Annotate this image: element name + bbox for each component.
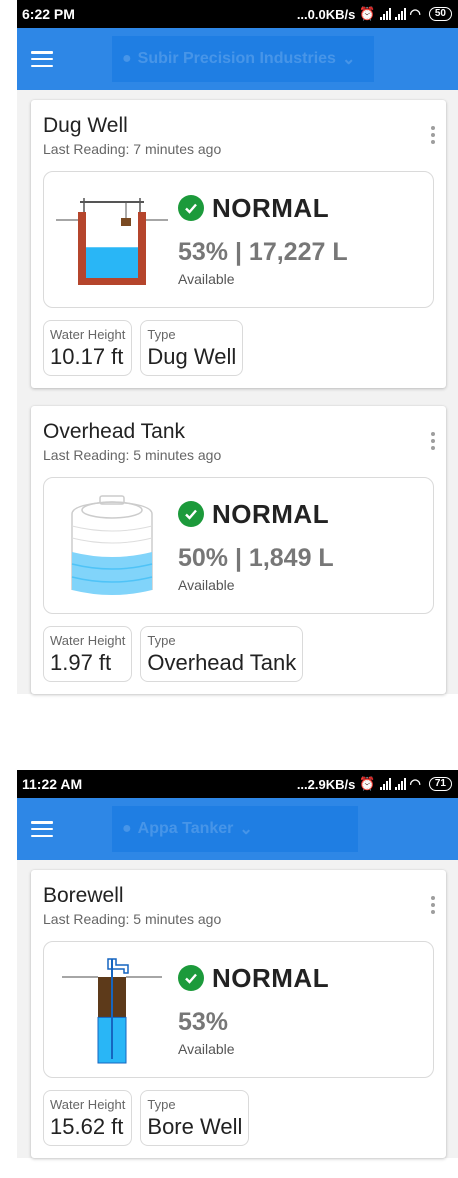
check-circle-icon — [178, 501, 204, 527]
water-height-chip: Water Height 1.97 ft — [43, 626, 133, 682]
battery-icon: 50 — [428, 7, 452, 21]
app-bar: ● Appa Tanker ⌄ — [17, 798, 458, 860]
card-title: Dug Well — [43, 114, 128, 137]
location-icon: ● — [122, 820, 132, 837]
level-readout: 53% | 17,227 L — [178, 237, 348, 266]
chip-value: 10.17 ft — [50, 344, 124, 369]
status-info: NORMAL 50% | 1,849 L Available — [178, 499, 334, 593]
detail-chips: Water Height 10.17 ft Type Dug Well — [43, 320, 434, 376]
status-label: NORMAL — [212, 498, 330, 529]
level-readout: 53% — [178, 1007, 229, 1036]
status-indicators: ...2.9KB/s ⏰ ◠ 71 — [297, 776, 452, 792]
wifi-icon: ◠ — [409, 776, 421, 791]
alarm-icon: ⏰ — [359, 6, 376, 21]
chip-label: Type — [147, 1097, 176, 1112]
signal-icon — [394, 778, 406, 790]
screenshot-1: 6:22 PM ...0.0KB/s ⏰ ◠ 50 ● Subir Precis… — [17, 0, 458, 752]
check-circle-icon — [178, 965, 204, 991]
card-list: Dug Well Last Reading: 7 minutes ago NOR… — [17, 90, 458, 694]
more-vert-icon[interactable] — [430, 896, 436, 914]
chip-label: Water Height — [50, 327, 126, 342]
signal-icon — [379, 8, 391, 20]
chip-value: 15.62 ft — [50, 1114, 124, 1139]
type-chip: Type Bore Well — [140, 1090, 250, 1146]
status-bar: 6:22 PM ...0.0KB/s ⏰ ◠ 50 — [17, 0, 458, 28]
last-reading: Last Reading: 5 minutes ago — [43, 447, 222, 463]
chip-label: Water Height — [50, 633, 126, 648]
water-height-chip: Water Height 15.62 ft — [43, 1090, 133, 1146]
menu-icon[interactable] — [31, 821, 53, 837]
card-list: Borewell Last Reading: 5 minutes ago NOR… — [17, 860, 458, 1158]
status-panel: NORMAL 50% | 1,849 L Available — [43, 477, 434, 614]
more-vert-icon[interactable] — [430, 126, 436, 144]
chip-label: Type — [147, 327, 176, 342]
wifi-icon: ◠ — [409, 6, 421, 21]
more-vert-icon[interactable] — [430, 432, 436, 450]
status-time: 11:22 AM — [22, 776, 83, 792]
tank-card[interactable]: Borewell Last Reading: 5 minutes ago NOR… — [31, 870, 446, 1158]
chip-value: 1.97 ft — [50, 650, 112, 675]
tank-card[interactable]: Overhead Tank Last Reading: 5 minutes ag… — [31, 406, 446, 694]
alarm-icon: ⏰ — [359, 776, 376, 791]
network-speed: ...2.9KB/s — [296, 776, 356, 792]
location-icon: ● — [122, 50, 132, 67]
status-panel: NORMAL 53% Available — [43, 941, 434, 1078]
water-height-chip: Water Height 10.17 ft — [43, 320, 133, 376]
screenshot-gap — [0, 752, 458, 770]
last-reading: Last Reading: 7 minutes ago — [43, 141, 222, 157]
menu-icon[interactable] — [31, 51, 53, 67]
site-selector[interactable]: ● Appa Tanker ⌄ — [112, 806, 358, 852]
available-label: Available — [178, 270, 235, 287]
status-time: 6:22 PM — [22, 6, 75, 22]
dug-well-illustration — [52, 185, 172, 295]
check-circle-icon — [178, 195, 204, 221]
type-chip: Type Dug Well — [140, 320, 244, 376]
detail-chips: Water Height 15.62 ft Type Bore Well — [43, 1090, 434, 1146]
tank-card[interactable]: Dug Well Last Reading: 7 minutes ago NOR… — [31, 100, 446, 388]
battery-icon: 71 — [428, 777, 452, 791]
screenshot-2: 11:22 AM ...2.9KB/s ⏰ ◠ 71 ● Appa Tanker… — [17, 770, 458, 1178]
level-readout: 50% | 1,849 L — [178, 543, 334, 572]
network-speed: ...0.0KB/s — [296, 6, 356, 22]
status-panel: NORMAL 53% | 17,227 L Available — [43, 171, 434, 308]
card-title: Borewell — [43, 884, 124, 907]
chip-label: Water Height — [50, 1097, 126, 1112]
card-title: Overhead Tank — [43, 420, 186, 443]
app-bar: ● Subir Precision Industries ⌄ — [17, 28, 458, 90]
status-info: NORMAL 53% | 17,227 L Available — [178, 193, 348, 287]
type-chip: Type Overhead Tank — [140, 626, 304, 682]
site-name: Appa Tanker — [137, 820, 234, 837]
status-bar: 11:22 AM ...2.9KB/s ⏰ ◠ 71 — [17, 770, 458, 798]
signal-icon — [379, 778, 391, 790]
available-label: Available — [178, 1040, 235, 1057]
chip-value: Bore Well — [147, 1114, 243, 1139]
available-label: Available — [178, 576, 235, 593]
detail-chips: Water Height 1.97 ft Type Overhead Tank — [43, 626, 434, 682]
borewell-illustration — [52, 955, 172, 1065]
chevron-down-icon: ⌄ — [341, 51, 356, 68]
overhead-tank-illustration — [52, 491, 172, 601]
status-info: NORMAL 53% Available — [178, 963, 329, 1057]
site-selector[interactable]: ● Subir Precision Industries ⌄ — [112, 36, 374, 82]
signal-icon — [394, 8, 406, 20]
chip-value: Dug Well — [147, 344, 237, 369]
status-label: NORMAL — [212, 962, 330, 993]
status-label: NORMAL — [212, 192, 330, 223]
last-reading: Last Reading: 5 minutes ago — [43, 911, 222, 927]
chip-value: Overhead Tank — [147, 650, 297, 675]
chip-label: Type — [147, 633, 176, 648]
chevron-down-icon: ⌄ — [239, 821, 253, 838]
status-indicators: ...0.0KB/s ⏰ ◠ 50 — [297, 6, 452, 22]
site-name: Subir Precision Industries — [137, 50, 336, 67]
